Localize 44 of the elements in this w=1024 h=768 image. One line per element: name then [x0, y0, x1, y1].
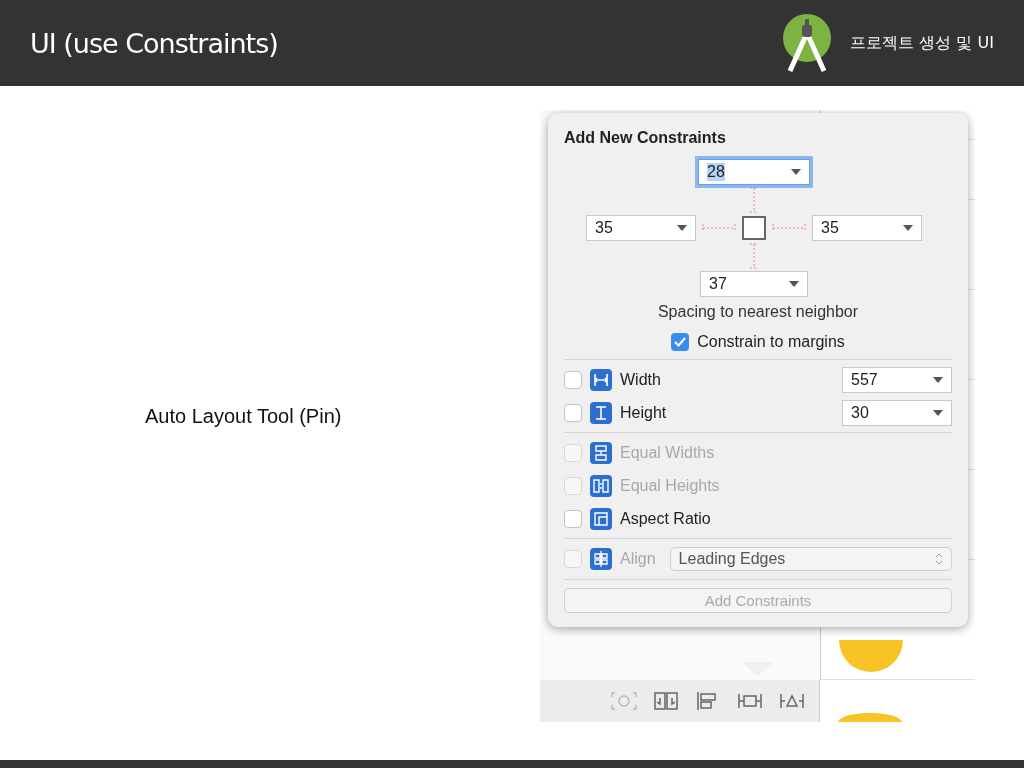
- spacing-label: Spacing to nearest neighbor: [656, 303, 860, 321]
- caret-icon: [933, 376, 943, 383]
- checkbox[interactable]: [564, 509, 582, 528]
- caret-icon: [903, 225, 913, 231]
- spacing-line-icon: [702, 224, 736, 232]
- checkbox[interactable]: [564, 403, 582, 422]
- caret-icon: [933, 409, 943, 416]
- spacing-field[interactable]: 28: [698, 159, 810, 185]
- checkbox[interactable]: [564, 370, 582, 389]
- spacing-line-icon: [750, 187, 758, 213]
- constraint-label: Align: [620, 550, 656, 568]
- constraint-label: Height: [620, 403, 668, 422]
- caret-icon: [789, 281, 799, 287]
- constant-field[interactable]: 30: [842, 399, 952, 426]
- constraint-label: Aspect Ratio: [620, 509, 712, 528]
- equal-heights-icon: [590, 474, 612, 497]
- equal-widths-icon: [590, 441, 612, 464]
- spacing-line-icon: [772, 224, 806, 232]
- margins-label: Constrain to margins: [697, 333, 845, 351]
- refresh-icon[interactable]: [611, 690, 637, 712]
- align-icon: [590, 548, 612, 570]
- spacing-field[interactable]: 35: [812, 215, 922, 241]
- constant-field[interactable]: 557: [842, 366, 952, 393]
- view-square: [742, 216, 766, 240]
- compass-logo-icon: [782, 13, 833, 73]
- height-icon: [590, 401, 612, 424]
- popover-title: Add New Constraints: [564, 129, 727, 147]
- slide-subtitle: 프로젝트 생성 및 UI: [850, 32, 994, 54]
- aspect-ratio-icon: [590, 507, 612, 530]
- round-thumbnail-icon: [839, 640, 903, 672]
- constraint-label: Width: [620, 370, 662, 389]
- width-icon: [590, 368, 612, 391]
- caret-icon: [791, 169, 801, 175]
- stack-icon[interactable]: [653, 690, 679, 712]
- constraint-label: Equal Widths: [620, 443, 716, 462]
- checkbox[interactable]: [671, 333, 690, 351]
- stepper-icon: [935, 552, 943, 566]
- spacing-line-icon: [750, 243, 758, 269]
- spacing-field[interactable]: 37: [700, 271, 808, 297]
- caret-icon: [677, 225, 687, 231]
- caption: Auto Layout Tool (Pin): [145, 404, 343, 428]
- slide-title: UI (use Constraints): [30, 27, 279, 59]
- spacing-field[interactable]: 35: [586, 215, 696, 241]
- constraint-label: Equal Heights: [620, 476, 721, 495]
